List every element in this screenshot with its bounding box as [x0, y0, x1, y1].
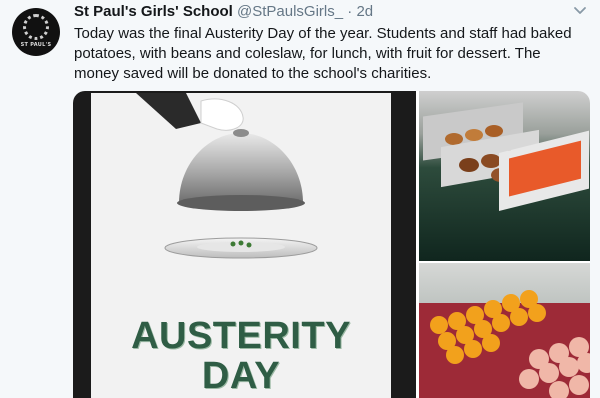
timestamp[interactable]: 2d: [356, 3, 373, 20]
poster-title-line1: AUSTERITY: [131, 315, 351, 357]
tweet-text: Today was the final Austerity Day of the…: [74, 25, 572, 82]
author-handle[interactable]: @StPaulsGirls_: [237, 3, 343, 20]
chevron-down-icon[interactable]: [573, 4, 587, 18]
poster-title-line2: DAY: [201, 355, 281, 397]
logo-ring: [23, 14, 49, 40]
fruit-photo[interactable]: [419, 263, 590, 398]
avatar-label: ST PAUL'S: [20, 42, 52, 48]
poster-sheet: AUSTERITY DAY: [91, 93, 391, 398]
author-name[interactable]: St Paul's Girls' School: [74, 3, 233, 20]
food-photo-illustration: [423, 102, 589, 212]
fruit-photo-illustration: [419, 290, 590, 398]
media-grid[interactable]: AUSTERITY DAY: [73, 91, 590, 398]
separator-dot: ·: [347, 3, 353, 20]
cloche-illustration: [136, 93, 318, 259]
avatar[interactable]: ST PAUL'S: [12, 8, 60, 56]
tweet-header: St Paul's Girls' School @StPaulsGirls_ ·…: [74, 3, 373, 21]
poster-image[interactable]: AUSTERITY DAY: [73, 91, 416, 398]
food-photo[interactable]: [419, 91, 590, 261]
